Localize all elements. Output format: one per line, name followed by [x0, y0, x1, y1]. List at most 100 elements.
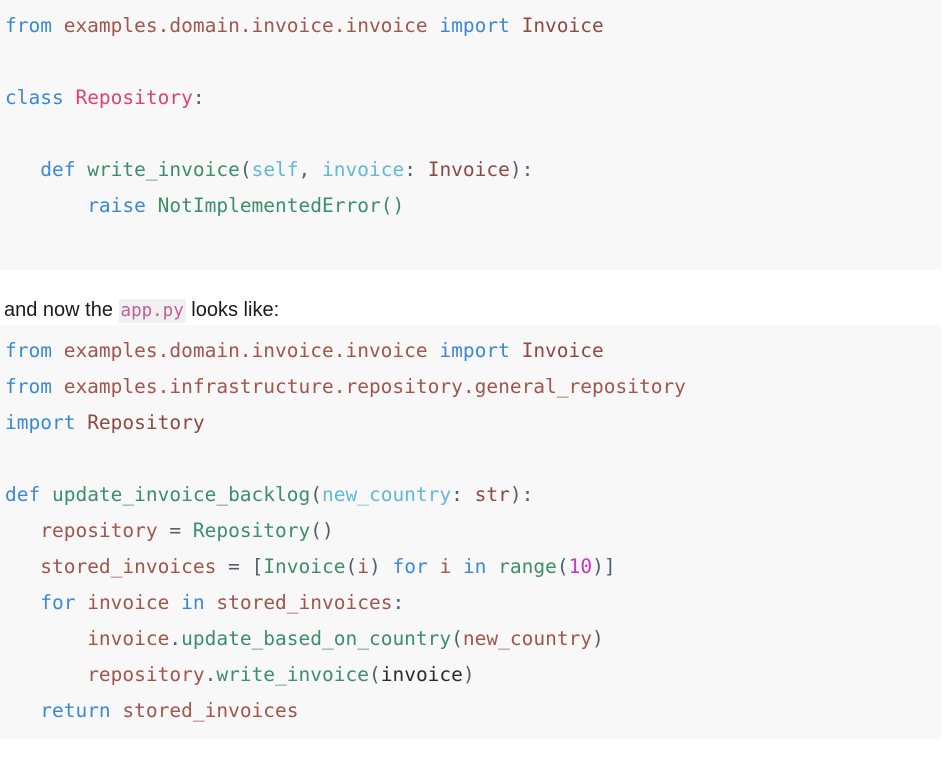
- code-token-punc: :: [404, 158, 428, 181]
- code-line: repository.write_invoice(invoice): [0, 657, 941, 693]
- code-token-kw: import: [5, 411, 88, 434]
- code-token-punc: ): [509, 483, 522, 506]
- code-token-kw: import: [439, 339, 522, 362]
- prose-text: and now the: [4, 299, 119, 321]
- code-token-fn: NotImplementedError: [157, 194, 381, 217]
- prose-paragraph: and now the app.py looks like:: [0, 270, 944, 325]
- code-token-kw: def: [40, 158, 88, 181]
- code-block: from examples.domain.invoice.invoice imp…: [0, 325, 941, 739]
- code-token-punc: :: [521, 158, 534, 181]
- code-token-kw: in: [181, 591, 217, 614]
- inline-code-filename: app.py: [118, 299, 186, 323]
- code-token-num: 10: [568, 555, 593, 578]
- article-page: from examples.domain.invoice.invoice imp…: [0, 0, 944, 774]
- code-token-param: self: [251, 158, 299, 181]
- code-token-kw: from: [5, 14, 64, 37]
- code-line: stored_invoices = [Invoice(i) for i in r…: [0, 549, 941, 585]
- code-token-kw: raise: [87, 194, 158, 217]
- prose-text: looks like:: [185, 299, 280, 321]
- code-token-fn: (): [380, 194, 405, 217]
- code-token-kw: def: [5, 483, 52, 506]
- code-line: def write_invoice(self, invoice: Invoice…: [0, 152, 941, 188]
- code-token-punc: ): [369, 555, 393, 578]
- code-token-punc: =: [228, 555, 252, 578]
- code-line: class Repository:: [0, 80, 941, 116]
- code-token-name: stored_invoices: [122, 699, 299, 722]
- code-line: return stored_invoices: [0, 693, 941, 729]
- code-token-name: invoice: [87, 627, 170, 650]
- code-token-name: examples.infrastructure.repository.gener…: [63, 375, 686, 398]
- code-token-punc: :: [392, 591, 405, 614]
- code-token-name: stored_invoices: [40, 555, 229, 578]
- code-token-name: invoice: [87, 591, 182, 614]
- code-line: raise NotImplementedError(): [0, 188, 941, 224]
- code-token-param: new_country: [322, 483, 452, 506]
- code-token-kw: in: [462, 555, 499, 578]
- code-block: from examples.domain.invoice.invoice imp…: [0, 0, 941, 270]
- code-token-punc: (: [368, 663, 381, 686]
- code-token-plain: invoice: [380, 663, 463, 686]
- code-line: from examples.infrastructure.repository.…: [0, 369, 941, 405]
- article-content: from examples.domain.invoice.invoice imp…: [0, 0, 944, 739]
- code-token-name: examples.domain.invoice.invoice: [63, 339, 440, 362]
- code-token-punc: (: [451, 627, 463, 650]
- code-token-kw: from: [5, 375, 64, 398]
- code-token-punc: (: [310, 483, 322, 506]
- code-token-kw: return: [40, 699, 123, 722]
- code-token-cls: Repository: [75, 86, 193, 109]
- code-token-punc: ): [592, 627, 604, 650]
- code-token-name: new_country: [462, 627, 593, 650]
- code-token-fn: Invoice: [263, 555, 346, 578]
- code-token-name: i: [439, 555, 463, 578]
- code-token-punc: (: [239, 158, 252, 181]
- code-token-type: Invoice: [521, 339, 604, 362]
- code-token-fn: write_invoice: [216, 663, 369, 686]
- code-token-type: Invoice: [427, 158, 510, 181]
- code-token-punc: =: [169, 519, 193, 542]
- code-token-name: examples.domain.invoice.invoice: [63, 14, 440, 37]
- code-token-fn: update_invoice_backlog: [51, 483, 311, 506]
- code-token-fn: update_based_on_country: [181, 627, 452, 650]
- code-token-kw: for: [40, 591, 88, 614]
- code-token-name: stored_invoices: [216, 591, 393, 614]
- code-line: from examples.domain.invoice.invoice imp…: [0, 333, 941, 369]
- code-token-punc: :: [521, 483, 534, 506]
- code-token-punc: :: [192, 86, 205, 109]
- code-token-punc: .: [204, 663, 217, 686]
- code-token-type: str: [474, 483, 510, 506]
- code-line: for invoice in stored_invoices:: [0, 585, 941, 621]
- code-token-fn: write_invoice: [87, 158, 240, 181]
- code-token-kw: for: [392, 555, 440, 578]
- code-token-name: repository: [87, 663, 205, 686]
- code-token-fn: range: [498, 555, 557, 578]
- code-token-name: repository: [40, 519, 170, 542]
- code-line: from examples.domain.invoice.invoice imp…: [0, 8, 941, 44]
- code-line: def update_invoice_backlog(new_country: …: [0, 477, 941, 513]
- code-token-kw: import: [439, 14, 522, 37]
- code-line: repository = Repository(): [0, 513, 941, 549]
- code-line: import Repository: [0, 405, 941, 441]
- code-token-punc: ): [509, 158, 522, 181]
- code-token-fn: Repository: [192, 519, 311, 542]
- code-token-punc: ]: [603, 555, 616, 578]
- code-token-kw: class: [5, 86, 76, 109]
- code-token-punc: ): [592, 555, 604, 578]
- code-token-punc: (: [556, 555, 569, 578]
- code-token-punc: (: [345, 555, 358, 578]
- code-line: invoice.update_based_on_country(new_coun…: [0, 621, 941, 657]
- code-token-type: Repository: [87, 411, 205, 434]
- code-token-param: invoice: [322, 158, 405, 181]
- code-token-type: Invoice: [521, 14, 604, 37]
- code-token-punc: ,: [298, 158, 323, 181]
